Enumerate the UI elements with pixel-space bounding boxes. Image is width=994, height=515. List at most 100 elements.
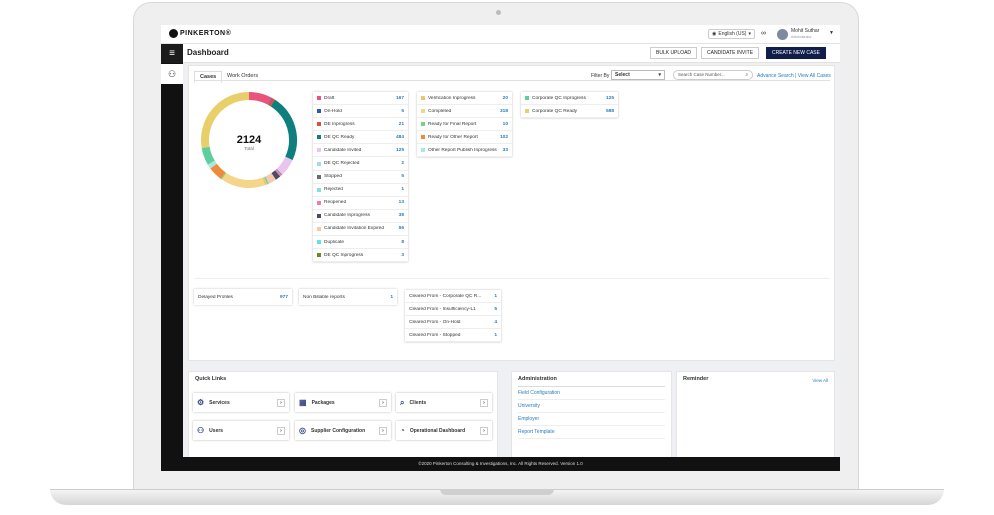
delayed-value[interactable]: 977 [280, 295, 288, 300]
donut-segment[interactable] [274, 169, 282, 177]
status-count[interactable]: 102 [500, 135, 508, 140]
users-link[interactable]: ⚇ Users › [193, 421, 289, 440]
user-menu-caret-icon[interactable]: ▼ [829, 30, 834, 36]
non-billable-card[interactable]: Non Billable reports 1 [299, 289, 397, 305]
donut-segment[interactable] [221, 172, 265, 188]
create-new-case-button[interactable]: CREATE NEW CASE [766, 47, 826, 59]
candidate-invite-button[interactable]: CANDIDATE INVITE [701, 47, 760, 59]
chevron-right-icon: › [480, 398, 488, 407]
status-count[interactable]: 3 [401, 253, 404, 258]
list-item[interactable]: Cleared From - Insufficiency-L1 5 [405, 303, 501, 317]
tab-cases[interactable]: Cases [194, 71, 223, 83]
delayed-profiles-card[interactable]: Delayed Profiles 977 [194, 289, 292, 305]
donut-segment[interactable] [271, 170, 281, 180]
status-label: Verification Inprogress [428, 95, 476, 101]
status-count[interactable]: 33 [503, 148, 508, 153]
link-label: Services [209, 399, 230, 406]
operational-dashboard-link[interactable]: ◔ Operational Dashboard › [396, 421, 492, 440]
status-list-3: Corporate QC Inprogress 125 Corporate QC R… [521, 92, 618, 119]
list-item[interactable]: Cleared From - Stopped 1 [405, 329, 501, 343]
status-label: Cleared From - Corporate QC R... [409, 293, 482, 299]
language-select[interactable]: ◉ English (US) ▾ [708, 29, 755, 39]
field-configuration-link[interactable]: Field Configuration [518, 390, 665, 400]
nonbill-value[interactable]: 1 [390, 295, 393, 300]
status-count[interactable]: 10 [503, 122, 508, 127]
quick-links-title: Quick Links [195, 376, 227, 382]
donut-segment[interactable] [220, 172, 227, 180]
list-item[interactable]: Verification Inprogress 20 [417, 92, 512, 106]
status-count[interactable]: 21 [399, 122, 404, 127]
services-link[interactable]: ⚙ Services › [193, 393, 289, 412]
donut-segment[interactable] [210, 163, 226, 179]
status-count[interactable]: 13 [399, 200, 404, 205]
advance-search-link[interactable]: Advance Search [757, 73, 794, 79]
status-count[interactable]: 318 [500, 109, 508, 114]
list-item[interactable]: Cleared From - On-Hold 4 [405, 316, 501, 330]
status-count[interactable]: 56 [399, 226, 404, 231]
status-count[interactable]: 1 [494, 294, 497, 299]
list-item[interactable]: DE QC Inprogress 3 [313, 249, 408, 263]
status-count[interactable]: 20 [503, 96, 508, 101]
view-all-cases-link[interactable]: View All Cases [798, 73, 831, 79]
status-count[interactable]: 2 [401, 161, 404, 166]
users-icon[interactable]: ⚇ [161, 64, 183, 84]
list-item[interactable]: Corporate QC Inprogress 125 [521, 92, 618, 106]
donut-segment[interactable] [262, 176, 268, 186]
status-count[interactable]: 1 [494, 333, 497, 338]
donut-segment[interactable] [276, 156, 293, 175]
report-template-link[interactable]: Report Template [518, 429, 665, 439]
status-count[interactable]: 5 [494, 307, 497, 312]
list-item[interactable]: Duplicate 8 [313, 236, 408, 250]
status-count[interactable]: 125 [396, 148, 404, 153]
list-item[interactable]: DE QC Rejected 2 [313, 157, 408, 171]
binoculars-icon[interactable]: ∞ [761, 30, 766, 37]
list-item[interactable]: Candidate Inprogress 38 [313, 210, 408, 223]
clients-link[interactable]: ⌕ Clients › [396, 393, 492, 412]
status-count[interactable]: 8 [401, 240, 404, 245]
list-item[interactable]: Rejected 1 [313, 184, 408, 197]
list-item[interactable]: On-Hold 5 [313, 105, 408, 119]
supplier-configuration-link[interactable]: ◎ Supplier Configuration › [295, 421, 391, 440]
status-label: DE Inprogress [324, 121, 355, 127]
donut-segment[interactable] [248, 92, 272, 105]
status-label: Draft [324, 95, 335, 101]
avatar[interactable] [777, 29, 788, 40]
status-count[interactable]: 1 [401, 187, 404, 192]
hamburger-menu-icon[interactable]: ≡ [161, 44, 183, 63]
list-item[interactable]: Candidate Invited 125 [313, 144, 408, 158]
employer-link[interactable]: Employer [518, 416, 665, 426]
status-count[interactable]: 484 [396, 135, 404, 140]
list-item[interactable]: Reopened 13 [313, 197, 408, 210]
user-info[interactable]: Mohit Suthar Administrator [791, 28, 819, 40]
donut-segment[interactable] [207, 160, 217, 169]
reminder-view-all-link[interactable]: View All [812, 378, 828, 383]
list-item[interactable]: Stopped 5 [313, 171, 408, 184]
list-item[interactable]: DE QC Ready 484 [313, 131, 408, 145]
university-link[interactable]: University [518, 403, 665, 413]
packages-link[interactable]: ▦ Packages › [295, 393, 391, 412]
list-item[interactable]: Other Report Publish Inprogress 33 [417, 144, 512, 158]
status-count[interactable]: 588 [606, 109, 614, 114]
list-item[interactable]: DE Inprogress 21 [313, 118, 408, 132]
status-count[interactable]: 125 [606, 96, 614, 101]
donut-segment[interactable] [268, 98, 275, 107]
list-item[interactable]: Candidate Invitation Expired 56 [313, 223, 408, 237]
status-count[interactable]: 5 [401, 109, 404, 114]
search-input[interactable]: Search Case Number... ⌕ [673, 70, 753, 80]
list-item[interactable]: Ready for Final Report 10 [417, 118, 512, 132]
status-count[interactable]: 38 [399, 213, 404, 218]
donut-segment[interactable] [265, 173, 276, 184]
legend-swatch [317, 135, 321, 140]
list-item[interactable]: Cleared From - Corporate QC R... 1 [405, 290, 501, 304]
list-item[interactable]: Corporate QC Ready 588 [521, 105, 618, 119]
bulk-upload-button[interactable]: BULK UPLOAD [650, 47, 698, 59]
donut-total-label: Total [244, 146, 254, 151]
list-item[interactable]: Draft 167 [313, 92, 408, 106]
status-count[interactable]: 5 [401, 174, 404, 179]
list-item[interactable]: Completed 318 [417, 105, 512, 119]
list-item[interactable]: Ready for Other Report 102 [417, 131, 512, 145]
status-count[interactable]: 4 [494, 320, 497, 325]
filter-select[interactable]: Select ▾ [611, 70, 665, 80]
logo[interactable]: PINKERTON® [169, 29, 231, 38]
status-count[interactable]: 167 [396, 96, 404, 101]
